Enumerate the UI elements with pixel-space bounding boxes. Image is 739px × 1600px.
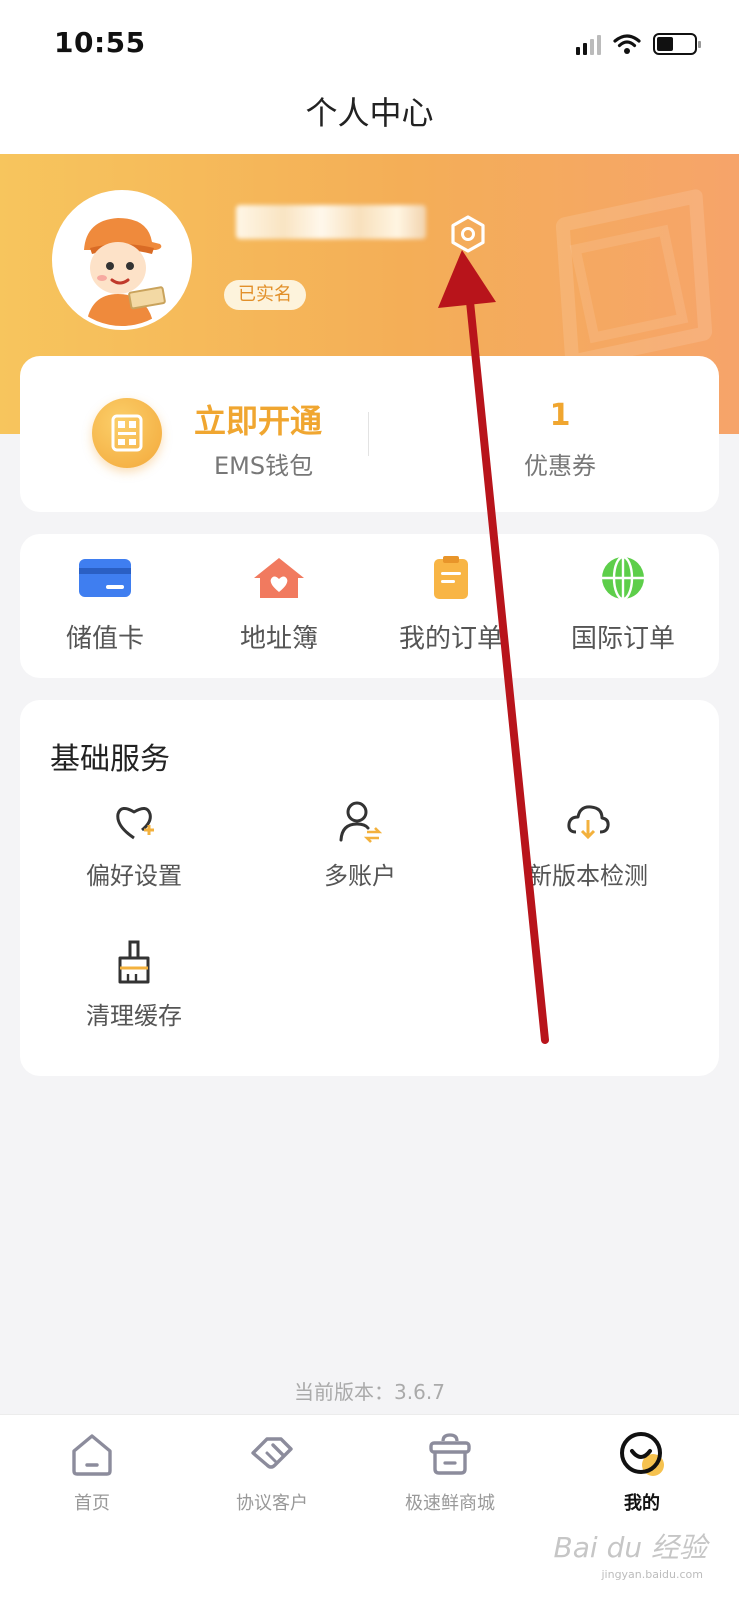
courier-avatar-icon <box>56 194 188 326</box>
service-label: 多账户 <box>324 862 396 890</box>
tab-home[interactable]: 首页 <box>12 1431 172 1515</box>
service-multi-account[interactable]: 多账户 <box>260 800 460 891</box>
quick-item-address-book[interactable]: 地址簿 <box>194 556 364 655</box>
handshake-icon <box>251 1437 293 1469</box>
service-version-check[interactable]: 新版本检测 <box>488 800 688 891</box>
service-label: 新版本检测 <box>528 862 648 890</box>
globe-icon <box>602 555 644 601</box>
clipboard-icon <box>434 556 468 599</box>
status-icons <box>576 30 701 58</box>
nav-bar: 个人中心 <box>0 88 739 154</box>
service-label: 偏好设置 <box>86 862 182 890</box>
smile-icon <box>620 1432 664 1476</box>
wallet-card: 立即开通 EMS钱包 1 优惠券 <box>20 356 719 512</box>
quick-item-label: 我的订单 <box>398 624 503 654</box>
watermark: Bai du 经验 <box>553 1531 707 1564</box>
house-icon <box>254 558 304 598</box>
brush-icon <box>118 940 150 984</box>
wallet-label: EMS钱包 <box>214 452 314 480</box>
status-time: 10:55 <box>54 26 146 59</box>
quick-item-label: 地址簿 <box>239 624 318 654</box>
battery-icon <box>653 33 701 55</box>
tab-mine[interactable]: 我的 <box>562 1431 722 1515</box>
wallet-divider <box>368 412 369 456</box>
watermark-url: jingyan.baidu.com <box>601 1568 703 1581</box>
tab-fresh-mall[interactable]: 极速鲜商城 <box>370 1431 530 1515</box>
wifi-icon <box>613 34 641 54</box>
tab-label: 首页 <box>74 1493 110 1514</box>
quick-item-label: 储值卡 <box>65 624 144 654</box>
username-blurred <box>236 205 426 239</box>
tab-label: 我的 <box>624 1493 660 1514</box>
service-label: 清理缓存 <box>86 1002 182 1030</box>
quick-item-label: 国际订单 <box>570 624 675 654</box>
home-icon <box>72 1434 112 1476</box>
services-title: 基础服务 <box>50 742 170 777</box>
heart-plus-icon <box>116 807 154 840</box>
gift-pot-icon <box>429 1433 471 1475</box>
coupon-label[interactable]: 优惠券 <box>498 446 622 481</box>
signal-icon <box>576 33 601 55</box>
services-card: 基础服务 偏好设置 多账户 新版本检测 清理缓存 <box>20 700 719 1076</box>
quick-item-international-orders[interactable]: 国际订单 <box>538 555 708 655</box>
quick-item-my-orders[interactable]: 我的订单 <box>366 556 536 655</box>
coupon-count[interactable]: 1 <box>520 398 600 433</box>
cloud-download-icon <box>567 805 610 840</box>
wallet-activate-button[interactable]: 立即开通 <box>194 396 322 442</box>
wallet-qr-icon[interactable] <box>92 398 162 468</box>
tab-label: 极速鲜商城 <box>405 1493 495 1514</box>
settings-hexagon-icon[interactable] <box>448 214 488 254</box>
avatar[interactable] <box>52 190 192 330</box>
status-bar: 10:55 <box>0 0 739 88</box>
quick-item-stored-value-card[interactable]: 储值卡 <box>20 556 190 655</box>
tab-agreement-customers[interactable]: 协议客户 <box>192 1431 352 1515</box>
card-icon <box>79 559 131 597</box>
verified-badge: 已实名 <box>224 280 306 310</box>
version-text: 当前版本：3.6.7 <box>294 1380 445 1404</box>
quick-menu-card: 储值卡 地址簿 我的订单 国际订单 <box>20 534 719 678</box>
page-title: 个人中心 <box>305 94 434 132</box>
banner-decoration-inner <box>569 224 689 344</box>
service-preferences[interactable]: 偏好设置 <box>34 800 234 891</box>
user-switch-icon <box>339 801 383 843</box>
tab-label: 协议客户 <box>236 1493 308 1514</box>
service-clear-cache[interactable]: 清理缓存 <box>34 940 234 1031</box>
